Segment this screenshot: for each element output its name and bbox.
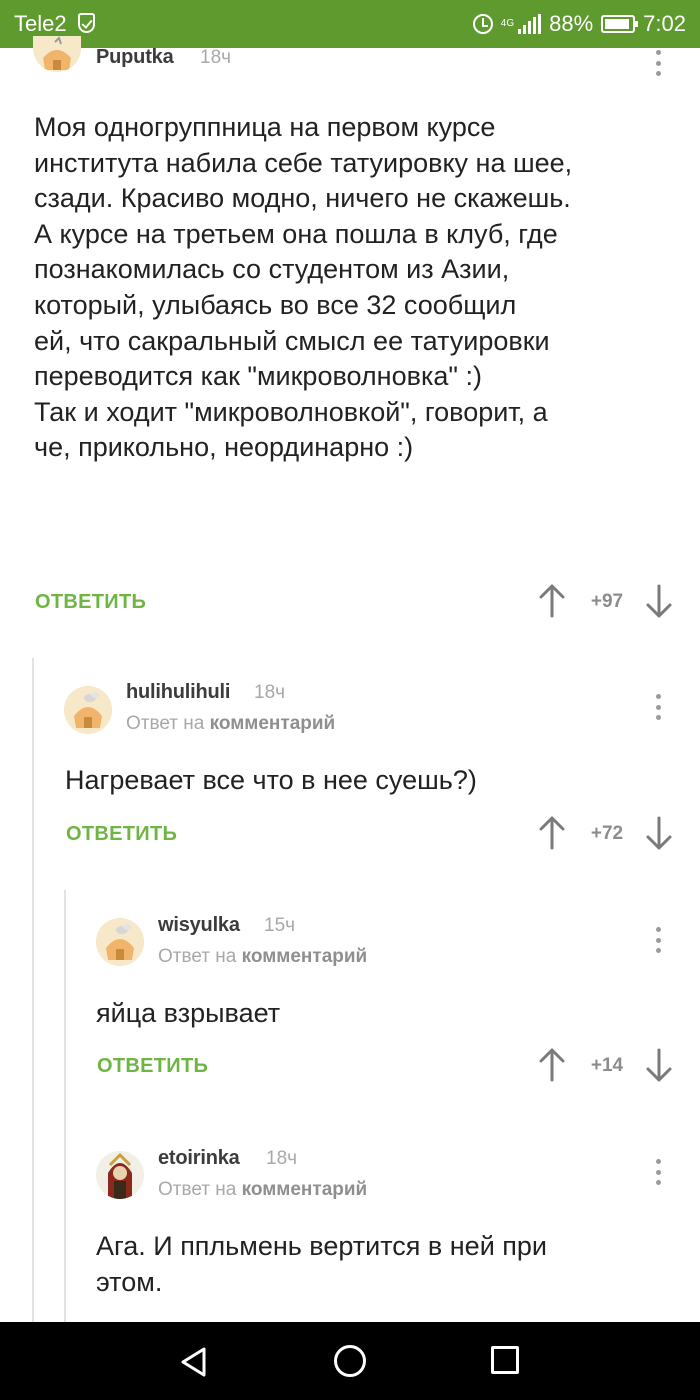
reply-to-line: Ответ на комментарий (158, 1179, 367, 1201)
comment-time: 18ч (254, 682, 286, 703)
reply-to-link[interactable]: комментарий (242, 946, 368, 967)
downvote-icon[interactable] (645, 584, 673, 618)
recents-icon[interactable] (491, 1346, 519, 1374)
comment-score: +97 (590, 591, 624, 612)
comment-score: +72 (590, 823, 624, 844)
reply-button[interactable]: ОТВЕТИТЬ (97, 1055, 208, 1078)
reply-to-prefix: Ответ на (126, 713, 205, 734)
network-type: 4G (500, 18, 515, 29)
kebab-menu-icon[interactable] (648, 692, 668, 722)
comment-text: Моя одногруппница на первом курсе инстит… (34, 112, 573, 463)
signal-icon (518, 14, 542, 34)
upvote-icon[interactable] (538, 584, 566, 618)
kebab-menu-icon[interactable] (648, 48, 668, 78)
downvote-icon[interactable] (645, 1048, 673, 1082)
alarm-icon (472, 14, 493, 34)
comment-author[interactable]: etoirinka (158, 1147, 240, 1170)
avatar[interactable] (64, 686, 112, 734)
avatar[interactable] (96, 1151, 144, 1199)
clock: 7:02 (643, 11, 686, 36)
comment-author[interactable]: hulihulihuli (126, 681, 230, 704)
thread-line (64, 890, 66, 1322)
comment-text: Ага. И ппльмень вертится в ней при этом. (96, 1231, 547, 1297)
reply-to-link[interactable]: комментарий (242, 1179, 368, 1200)
thread-line (32, 658, 34, 1322)
reply-button[interactable]: ОТВЕТИТЬ (35, 591, 146, 614)
avatar[interactable] (33, 36, 81, 72)
comment-score: +14 (590, 1055, 624, 1076)
reply-to-line: Ответ на комментарий (158, 946, 367, 968)
comment-time: 18ч (266, 1148, 298, 1169)
upvote-icon[interactable] (538, 1048, 566, 1082)
upvote-icon[interactable] (538, 816, 566, 850)
comment-time: 15ч (264, 915, 296, 936)
reply-to-prefix: Ответ на (158, 946, 237, 967)
battery-icon (601, 15, 639, 33)
battery-percent: 88% (549, 11, 594, 36)
status-bar: Tele2 4G 88% 7:02 (0, 0, 700, 48)
reply-to-prefix: Ответ на (158, 1179, 237, 1200)
back-icon[interactable] (178, 1346, 210, 1378)
navigation-bar (0, 1322, 700, 1400)
reply-to-link[interactable]: комментарий (210, 713, 336, 734)
kebab-menu-icon[interactable] (648, 1157, 668, 1187)
comment-author[interactable]: Puputka (96, 46, 174, 69)
reply-button[interactable]: ОТВЕТИТЬ (66, 823, 177, 846)
home-icon[interactable] (334, 1345, 366, 1377)
reply-to-line: Ответ на комментарий (126, 713, 335, 735)
downvote-icon[interactable] (645, 816, 673, 850)
shield-icon (78, 13, 95, 33)
comment-text: яйца взрывает (96, 998, 281, 1028)
avatar[interactable] (96, 918, 144, 966)
comment-text: Нагревает все что в нее суешь?) (65, 765, 477, 795)
comment-author[interactable]: wisyulka (158, 914, 240, 937)
comment-time: 18ч (200, 47, 232, 68)
kebab-menu-icon[interactable] (648, 925, 668, 955)
carrier-name: Tele2 (14, 11, 67, 36)
